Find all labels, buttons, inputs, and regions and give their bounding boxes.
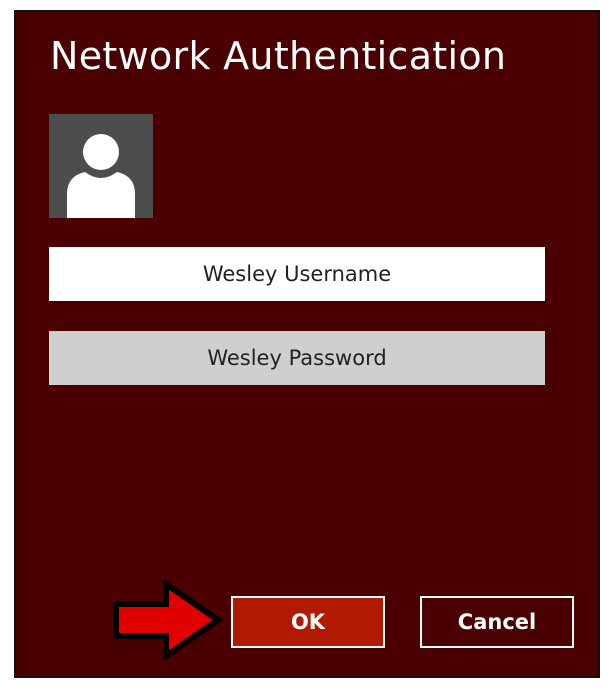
- top-cropped-strip: [0, 0, 612, 10]
- network-auth-dialog: Network Authentication Wesley Username W…: [14, 10, 600, 678]
- dialog-title: Network Authentication: [50, 34, 507, 78]
- username-field[interactable]: Wesley Username: [49, 247, 545, 301]
- cancel-button[interactable]: Cancel: [420, 596, 574, 648]
- red-arrow-icon: [113, 580, 224, 660]
- user-avatar-icon: [49, 114, 153, 218]
- password-field[interactable]: Wesley Password: [49, 331, 545, 385]
- ok-button[interactable]: OK: [231, 596, 385, 648]
